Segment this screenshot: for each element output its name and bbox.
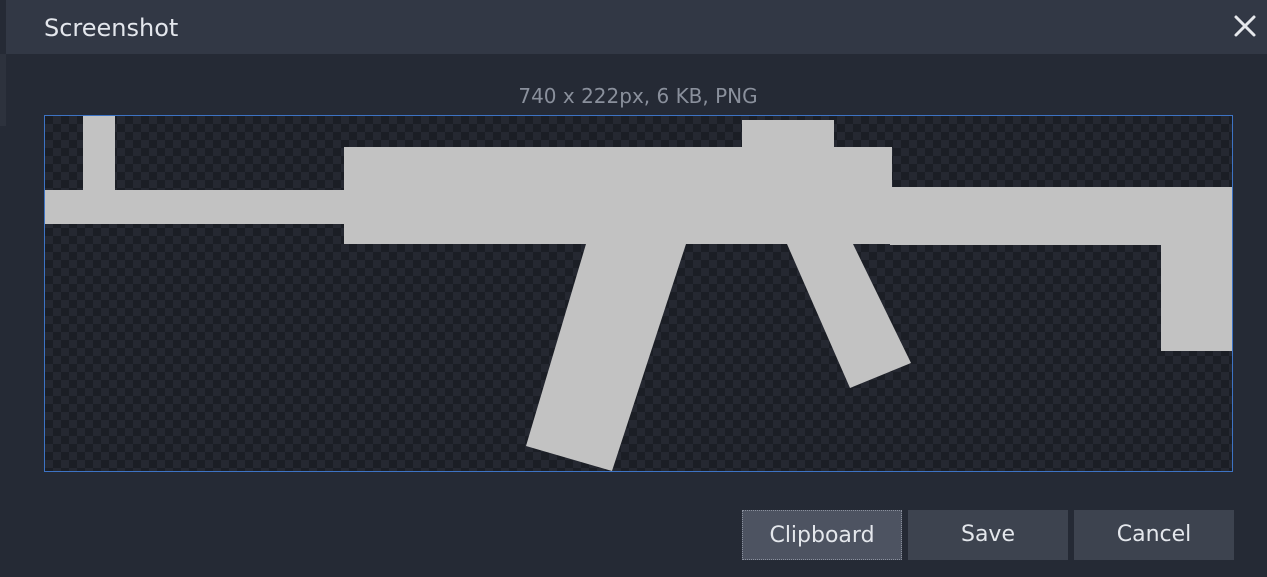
barrel <box>45 190 345 224</box>
stock-butt <box>1161 187 1232 351</box>
close-icon[interactable] <box>1231 12 1259 40</box>
rear-sight <box>742 120 834 150</box>
cancel-button[interactable]: Cancel <box>1074 510 1234 560</box>
rifle-silhouette-image <box>45 116 1232 471</box>
screenshot-dialog: Screenshot 740 x 222px, 6 KB, PNG Clipbo… <box>0 0 1267 577</box>
image-info: 740 x 222px, 6 KB, PNG <box>518 84 758 108</box>
front-sight <box>83 116 115 191</box>
save-button[interactable]: Save <box>908 510 1068 560</box>
screenshot-preview <box>44 115 1233 472</box>
dialog-title: Screenshot <box>44 14 179 42</box>
upper-receiver <box>344 147 892 244</box>
pistol-grip <box>787 244 911 388</box>
title-bar <box>6 0 1267 54</box>
clipboard-button[interactable]: Clipboard <box>742 510 902 560</box>
magazine <box>526 244 686 471</box>
